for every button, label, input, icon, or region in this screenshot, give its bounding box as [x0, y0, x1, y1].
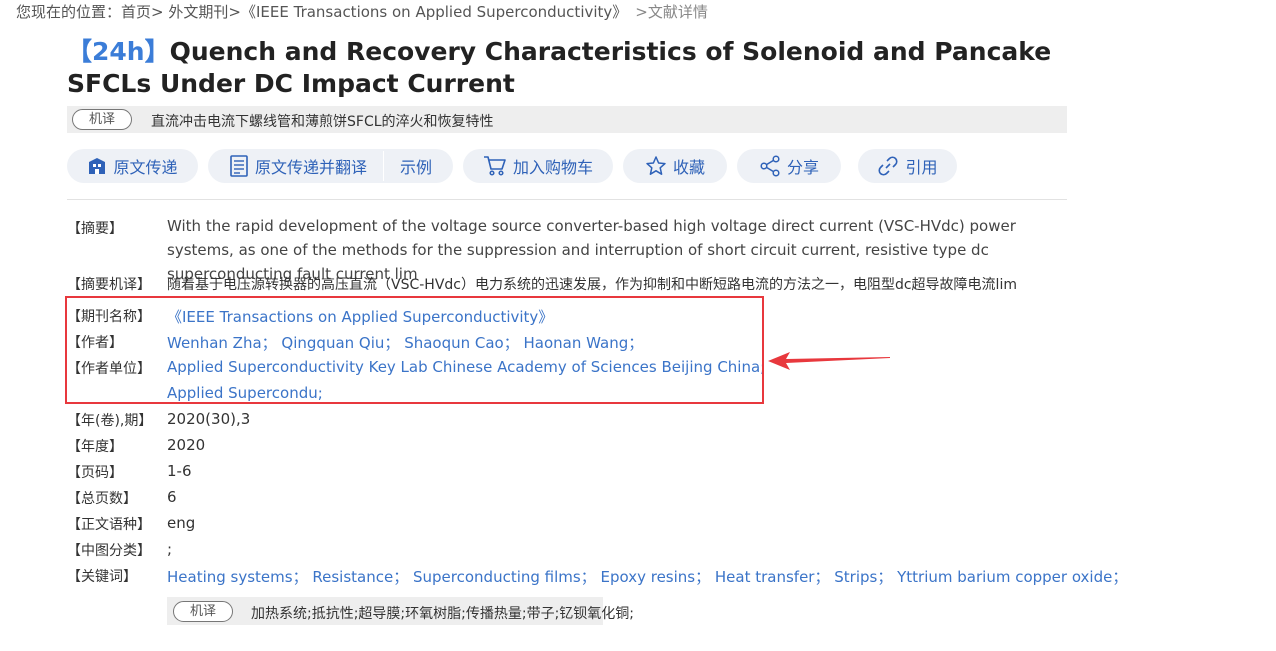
year-label: 【年度】: [67, 439, 123, 455]
delivery-label: 原文传递: [113, 158, 178, 177]
divider: [67, 199, 1067, 200]
abstract-mt-text: 随着基于电压源转换器的高压直流（VSC-HVdc）电力系统的迅速发展，作为抑制和…: [167, 277, 1017, 293]
annotation-arrow-icon: [768, 352, 890, 370]
machine-translation-badge: 机译: [72, 109, 132, 130]
breadcrumb-current: >文献详情: [635, 3, 708, 21]
keyword-link[interactable]: Yttrium barium copper oxide；: [897, 568, 1127, 586]
total-pages-label: 【总页数】: [67, 491, 137, 507]
keyword-link[interactable]: Superconducting films；: [413, 568, 596, 586]
breadcrumb-home-link[interactable]: 首页: [121, 3, 151, 21]
keyword-link[interactable]: Resistance；: [312, 568, 408, 586]
add-to-cart-button[interactable]: 加入购物车: [463, 149, 613, 183]
breadcrumb: 您现在的位置：首页> 外文期刊>《IEEE Transactions on Ap…: [16, 1, 708, 22]
volume-label: 【年(卷),期】: [67, 413, 153, 429]
star-icon: [646, 156, 666, 175]
cite-button[interactable]: 引用: [858, 149, 957, 183]
example-button[interactable]: 示例: [400, 154, 432, 178]
title-tag: 【24h】: [67, 37, 170, 66]
breadcrumb-sep: >: [151, 3, 164, 21]
cart-icon: [483, 156, 506, 176]
breadcrumb-category-link[interactable]: 外文期刊: [168, 3, 228, 21]
keyword-link[interactable]: Epoxy resins；: [601, 568, 711, 586]
keywords-translation-bar: 机译 加热系统;抵抗性;超导膜;环氧树脂;传播热量;带子;钇钡氧化铜;: [167, 597, 634, 625]
breadcrumb-sep: >: [228, 3, 241, 21]
share-label: 分享: [786, 158, 819, 177]
pages-label: 【页码】: [67, 465, 123, 481]
clc-value: ;: [167, 540, 173, 558]
language-label: 【正文语种】: [67, 517, 151, 533]
language-value: eng: [167, 514, 196, 532]
keywords-translation-text: 加热系统;抵抗性;超导膜;环氧树脂;传播热量;带子;钇钡氧化铜;: [251, 606, 635, 622]
abstract-mt-label: 【摘要机译】: [67, 277, 151, 293]
cite-label: 引用: [905, 158, 938, 177]
breadcrumb-journal-link[interactable]: 《IEEE Transactions on Applied Supercondu…: [241, 3, 627, 21]
clc-label: 【中图分类】: [67, 543, 151, 559]
keywords-label: 【关键词】: [67, 569, 137, 585]
favorite-label: 收藏: [672, 158, 705, 177]
breadcrumb-prefix: 您现在的位置：: [16, 3, 122, 21]
delivery-button[interactable]: 原文传递: [67, 149, 198, 183]
title-translation-bar: 机译 直流冲击电流下螺线管和薄煎饼SFCL的淬火和恢复特性: [67, 106, 1067, 133]
link-icon: [878, 156, 899, 176]
add-to-cart-label: 加入购物车: [512, 158, 593, 177]
favorite-button[interactable]: 收藏: [623, 149, 727, 183]
machine-translation-badge: 机译: [173, 601, 233, 622]
annotation-highlight-box: [65, 296, 764, 404]
year-value: 2020: [167, 436, 206, 454]
share-button[interactable]: 分享: [737, 149, 841, 183]
share-icon: [760, 155, 780, 177]
document-icon: [230, 155, 248, 177]
keyword-link[interactable]: Strips；: [834, 568, 892, 586]
toolbar-divider: [383, 151, 384, 181]
title-text: Quench and Recovery Characteristics of S…: [67, 37, 1052, 98]
pages-value: 1-6: [167, 462, 192, 480]
total-pages-value: 6: [167, 488, 177, 506]
keywords-list: Heating systems； Resistance； Superconduc…: [167, 566, 1127, 587]
building-icon: [89, 158, 106, 174]
keyword-link[interactable]: Heat transfer；: [715, 568, 830, 586]
delivery-translate-group: 原文传递并翻译 示例: [208, 149, 453, 183]
volume-value: 2020(30),3: [167, 410, 251, 428]
title-translation-text: 直流冲击电流下螺线管和薄煎饼SFCL的淬火和恢复特性: [151, 114, 494, 130]
abstract-label: 【摘要】: [67, 221, 123, 237]
keyword-link[interactable]: Heating systems；: [167, 568, 308, 586]
page-title: 【24h】Quench and Recovery Characteristics…: [67, 36, 1077, 100]
delivery-translate-button[interactable]: 原文传递并翻译: [255, 154, 367, 178]
